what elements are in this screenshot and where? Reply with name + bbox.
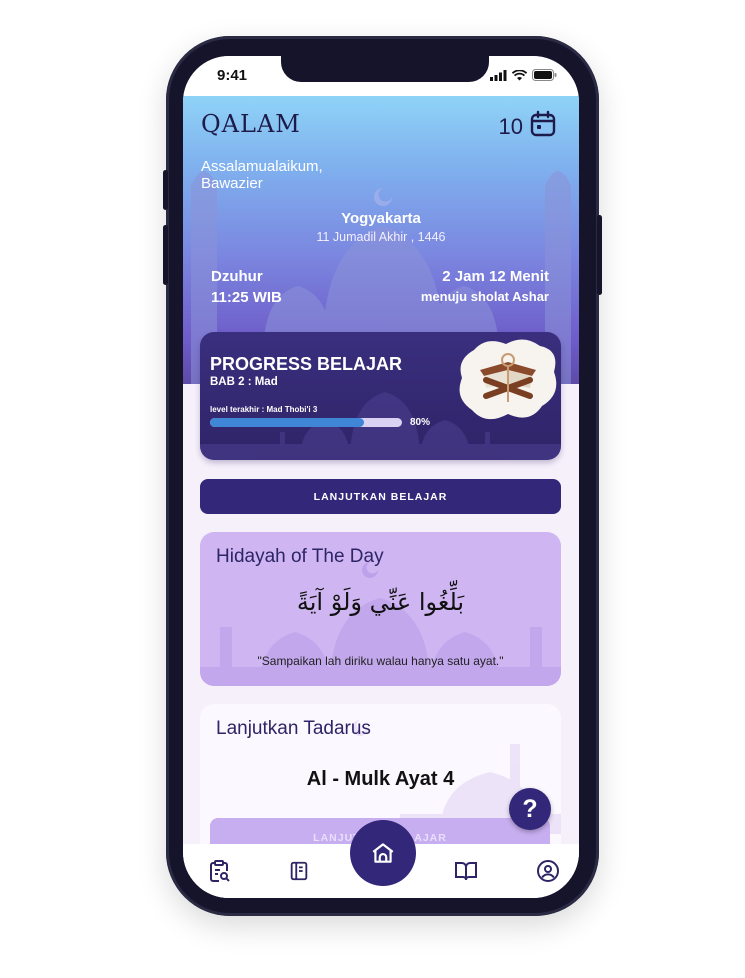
notebook-icon (290, 861, 308, 881)
progress-bar (210, 418, 402, 427)
hidayah-title: Hidayah of The Day (216, 546, 384, 567)
greeting-name: Bawazier (201, 175, 263, 192)
hidayah-translation: "Sampaikan lah diriku walau hanya satu a… (257, 654, 504, 668)
tadarus-title: Lanjutkan Tadarus (216, 718, 371, 739)
book-open-icon (455, 862, 477, 881)
nav-item-notes[interactable] (286, 858, 312, 884)
tadarus-surah: Al - Mulk Ayat 4 (306, 768, 455, 790)
status-bar: 9:41 (183, 56, 579, 96)
notch (281, 56, 489, 82)
greeting-salutation: Assalamualaikum, (201, 158, 323, 175)
phone-side-button (163, 225, 168, 285)
location-city: Yogyakarta (341, 210, 421, 227)
progress-chapter: BAB 2 : Mad (210, 376, 278, 388)
status-icons (490, 69, 557, 81)
signal-icon (490, 69, 507, 81)
nav-item-tasks[interactable] (206, 858, 232, 884)
phone-side-button (597, 215, 602, 295)
hijri-date: 11 Jumadil Akhir , 1446 (316, 230, 446, 244)
prayer-countdown: 2 Jam 12 Menit (442, 268, 549, 285)
progress-percent: 80% (410, 417, 431, 428)
help-button[interactable]: ? (509, 788, 551, 830)
battery-icon (532, 69, 557, 81)
home-icon (372, 843, 394, 863)
current-prayer-time: 11:25 WIB (211, 289, 282, 306)
hidayah-arabic-text: بَلِّغُوا عَنِّي وَلَوْ آيَةً (296, 588, 465, 616)
clipboard-search-icon (210, 860, 230, 882)
date-number: 10 (498, 114, 523, 139)
progress-title: PROGRESS BELAJAR (210, 354, 403, 374)
wifi-icon (512, 69, 527, 80)
current-prayer-name: Dzuhur (211, 268, 263, 285)
quran-stand-icon (459, 339, 557, 420)
continue-learning-button[interactable]: LANJUTKAN BELAJAR (200, 479, 561, 514)
prayer-countdown-label: menuju sholat Ashar (420, 289, 549, 304)
last-level-label: level terakhir : Mad Thobi'i 3 (210, 405, 318, 414)
calendar-icon[interactable] (529, 110, 557, 138)
user-circle-icon (537, 860, 559, 882)
status-time: 9:41 (217, 67, 248, 84)
hidayah-card: Hidayah of The Day بَلِّغُوا عَنِّي وَلَ… (200, 532, 561, 686)
nav-item-quran[interactable] (453, 858, 479, 884)
nav-item-profile[interactable] (535, 858, 561, 884)
app-screen: 9:41 QALAM 10 Assalamualaikum, Bawazier … (183, 56, 579, 898)
app-logo: QALAM (201, 110, 301, 138)
progress-bar-fill (210, 418, 364, 427)
progress-card[interactable]: PROGRESS BELAJAR BAB 2 : Mad level terak… (200, 332, 561, 460)
home-button[interactable] (350, 820, 416, 886)
phone-side-button (163, 170, 168, 210)
greeting: Assalamualaikum, Bawazier (201, 158, 421, 192)
